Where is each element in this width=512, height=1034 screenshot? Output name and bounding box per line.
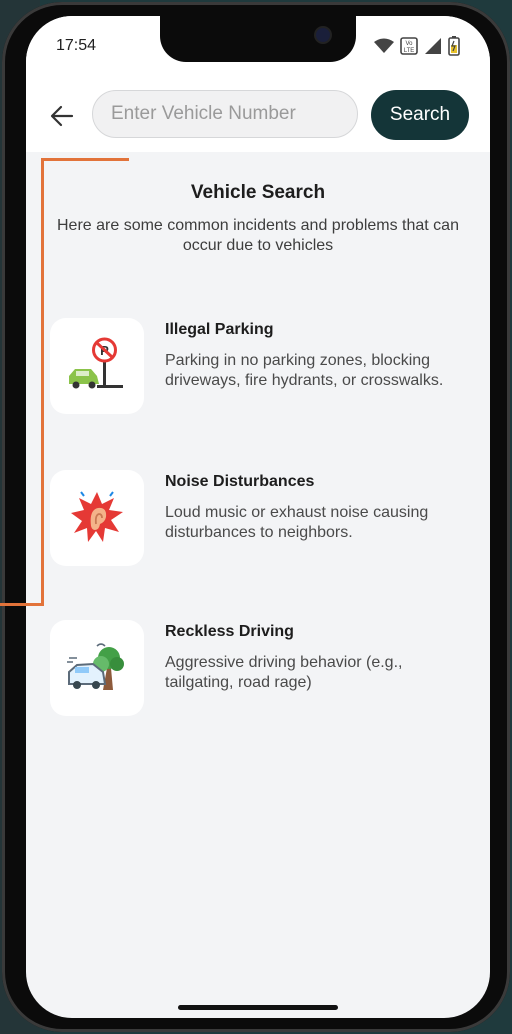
car-crash-tree-icon [67, 643, 124, 690]
wifi-icon [374, 38, 394, 53]
camera-notch [160, 16, 356, 62]
card-description: Aggressive driving behavior (e.g., tailg… [165, 654, 403, 691]
vehicle-number-input[interactable] [92, 90, 358, 138]
card-title: Reckless Driving [165, 623, 294, 640]
search-button[interactable]: Search [371, 90, 469, 140]
volte-label-bottom: LTE [404, 48, 415, 54]
status-icons: Vo LTE [374, 36, 460, 56]
home-indicator[interactable] [178, 1005, 338, 1010]
card-title: Noise Disturbances [165, 473, 315, 490]
volte-icon: Vo LTE [400, 37, 418, 55]
card-title: Illegal Parking [165, 321, 274, 338]
highlight-annotation-frame [41, 158, 129, 606]
volte-label-top: Vo [405, 41, 413, 47]
status-time: 17:54 [56, 37, 97, 54]
signal-icon [425, 38, 441, 54]
card-icon-container [50, 620, 144, 716]
card-description: Loud music or exhaust noise causing dist… [165, 504, 429, 541]
incident-card-reckless-driving[interactable]: Reckless Driving Aggressive driving beha… [50, 620, 470, 720]
back-arrow-icon[interactable] [48, 102, 76, 130]
search-header: Search [26, 76, 490, 152]
highlight-annotation-tail [0, 603, 44, 606]
battery-icon [448, 36, 460, 56]
card-description: Parking in no parking zones, blocking dr… [165, 352, 444, 389]
front-camera [316, 28, 330, 42]
